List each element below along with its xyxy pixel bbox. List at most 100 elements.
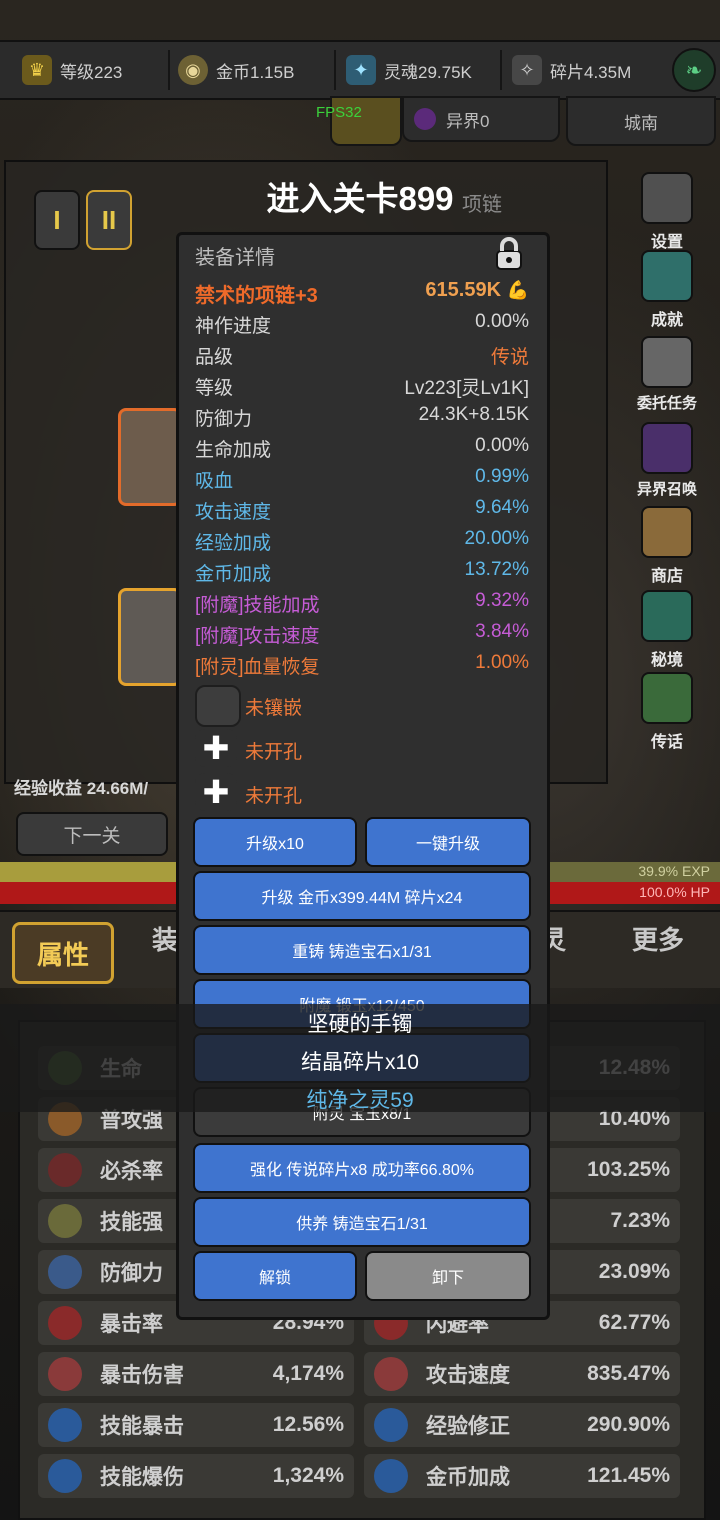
level-text: 等级223	[60, 62, 123, 82]
attribute-icon	[374, 1459, 408, 1493]
attribute-value: 121.45%	[587, 1464, 670, 1487]
side-message[interactable]: 传话	[622, 672, 712, 752]
socket-label: 未镶嵌	[245, 698, 303, 719]
attribute-value: 4,174%	[272, 1362, 344, 1385]
divider	[168, 50, 170, 90]
fragment-text: 碎片4.35M	[550, 62, 632, 82]
coin-icon: ◉	[178, 55, 208, 85]
socket-label: 未开孔	[245, 786, 303, 807]
tab-city-south[interactable]: 城南	[566, 96, 716, 146]
armor-slot-icon[interactable]	[118, 588, 182, 686]
lock-icon[interactable]	[489, 237, 529, 273]
stat-label: 品级	[195, 347, 234, 368]
socket-slot[interactable]	[195, 685, 241, 727]
message-label: 传话	[650, 734, 683, 751]
stat-row: 攻击速度 9.64%	[195, 497, 529, 524]
side-commission[interactable]: 委托任务	[622, 336, 712, 413]
add-socket-icon[interactable]: ✚	[195, 773, 237, 811]
stat-value: Lv223[灵Lv1K]	[404, 378, 529, 399]
item-name: 禁术的项链+3	[195, 285, 318, 307]
tab-attributes[interactable]: 属性	[12, 922, 114, 984]
stat-label: 金币加成	[195, 564, 272, 585]
shop-label: 商店	[650, 568, 683, 585]
attribute-cell[interactable]: 技能爆伤 1,324%	[38, 1454, 354, 1498]
side-summon[interactable]: 异界召唤	[622, 422, 712, 499]
attribute-cell[interactable]: 攻击速度 835.47%	[364, 1352, 680, 1396]
city-south-label: 城南	[624, 113, 658, 133]
attribute-cell[interactable]: 金币加成 121.45%	[364, 1454, 680, 1498]
strengthen-button[interactable]: 强化 传说碎片x8 成功率66.80%	[193, 1143, 531, 1193]
stat-value: 20.00%	[464, 528, 529, 549]
attribute-name: 金币加成	[426, 1466, 510, 1489]
attribute-cell[interactable]: 经验修正 290.90%	[364, 1403, 680, 1447]
rune-icon	[641, 590, 693, 642]
weapon-slot-icon[interactable]	[118, 408, 182, 506]
stat-value: 0.99%	[475, 466, 529, 487]
one-click-upgrade-button[interactable]: 一键升级	[365, 817, 531, 867]
attribute-cell[interactable]: 技能暴击 12.56%	[38, 1403, 354, 1447]
next-stage-button[interactable]: 下一关	[16, 812, 168, 856]
stat-value: 1.00%	[475, 652, 529, 673]
drop-item: 结晶碎片x10	[301, 1051, 419, 1074]
portal-icon	[414, 108, 436, 130]
attribute-icon	[48, 1306, 82, 1340]
attribute-name: 攻击速度	[426, 1364, 510, 1387]
stat-row: [附魔]技能加成 9.32%	[195, 590, 529, 617]
stage-subtitle: 项链	[462, 194, 502, 216]
upgrade-cost-button[interactable]: 升级 金币x399.44M 碎片x24	[193, 871, 531, 921]
stat-label: 生命加成	[195, 440, 272, 461]
stat-row: [附魔]攻击速度 3.84%	[195, 621, 529, 648]
attribute-icon	[374, 1357, 408, 1391]
gold-text: 金币1.15B	[216, 62, 295, 82]
tab-more[interactable]: 更多	[632, 920, 684, 957]
attribute-value: 835.47%	[587, 1362, 670, 1385]
attribute-icon	[48, 1459, 82, 1493]
unlock-button[interactable]: 解锁	[193, 1251, 357, 1301]
star-icon	[641, 250, 693, 302]
gold-resource: ◉ 金币1.15B	[178, 42, 294, 98]
stat-label: 吸血	[195, 471, 234, 492]
nurture-button[interactable]: 供养 铸造宝石1/31	[193, 1197, 531, 1247]
tab-equipment[interactable]: 装	[152, 920, 178, 957]
dialog-title: 装备详情	[195, 247, 275, 269]
stat-row: 品级 传说	[195, 342, 529, 369]
drop-item: 坚硬的手镯	[307, 1013, 413, 1036]
side-achievement[interactable]: 成就	[622, 250, 712, 330]
attribute-value: 7.23%	[610, 1209, 670, 1232]
stat-label: [附魔]技能加成	[195, 595, 320, 616]
attribute-name: 技能爆伤	[100, 1466, 184, 1489]
tab-otherworld[interactable]: 异界0	[402, 96, 560, 142]
leaf-icon[interactable]: ❧	[672, 48, 716, 92]
hp-bar-label: 100.0% HP	[639, 884, 710, 900]
stat-row: 金币加成 13.72%	[195, 559, 529, 586]
upgrade-x10-button[interactable]: 升级x10	[193, 817, 357, 867]
reforge-button[interactable]: 重铸 铸造宝石x1/31	[193, 925, 531, 975]
stat-value: 0.00%	[475, 435, 529, 456]
stat-value: 3.84%	[475, 621, 529, 642]
side-shop[interactable]: 商店	[622, 506, 712, 586]
stat-label: [附灵]血量恢复	[195, 657, 320, 678]
unequip-button[interactable]: 卸下	[365, 1251, 531, 1301]
secret-label: 秘境	[650, 652, 683, 669]
side-secret[interactable]: 秘境	[622, 590, 712, 670]
scroll-icon	[641, 336, 693, 388]
add-socket-icon[interactable]: ✚	[195, 729, 237, 767]
achievement-label: 成就	[650, 312, 683, 329]
stat-label: 攻击速度	[195, 502, 272, 523]
stat-row: 防御力 24.3K+8.15K	[195, 404, 529, 431]
item-power: 615.59K 💪	[425, 279, 529, 308]
stat-row: 生命加成 0.00%	[195, 435, 529, 462]
attribute-icon	[48, 1204, 82, 1238]
horn-icon	[641, 672, 693, 724]
summon-label: 异界召唤	[636, 481, 697, 498]
power-value: 615.59K	[425, 279, 502, 301]
soul-resource: ✦ 灵魂29.75K	[346, 42, 472, 98]
attribute-value: 103.25%	[587, 1158, 670, 1181]
stat-label: 等级	[195, 378, 234, 399]
attribute-cell[interactable]: 暴击伤害 4,174%	[38, 1352, 354, 1396]
fragment-resource: ✧ 碎片4.35M	[512, 42, 631, 98]
attribute-name: 暴击伤害	[100, 1364, 184, 1387]
muscle-icon: 💪	[506, 280, 529, 300]
stat-value: 0.00%	[475, 311, 529, 332]
socket-label: 未开孔	[245, 742, 303, 763]
